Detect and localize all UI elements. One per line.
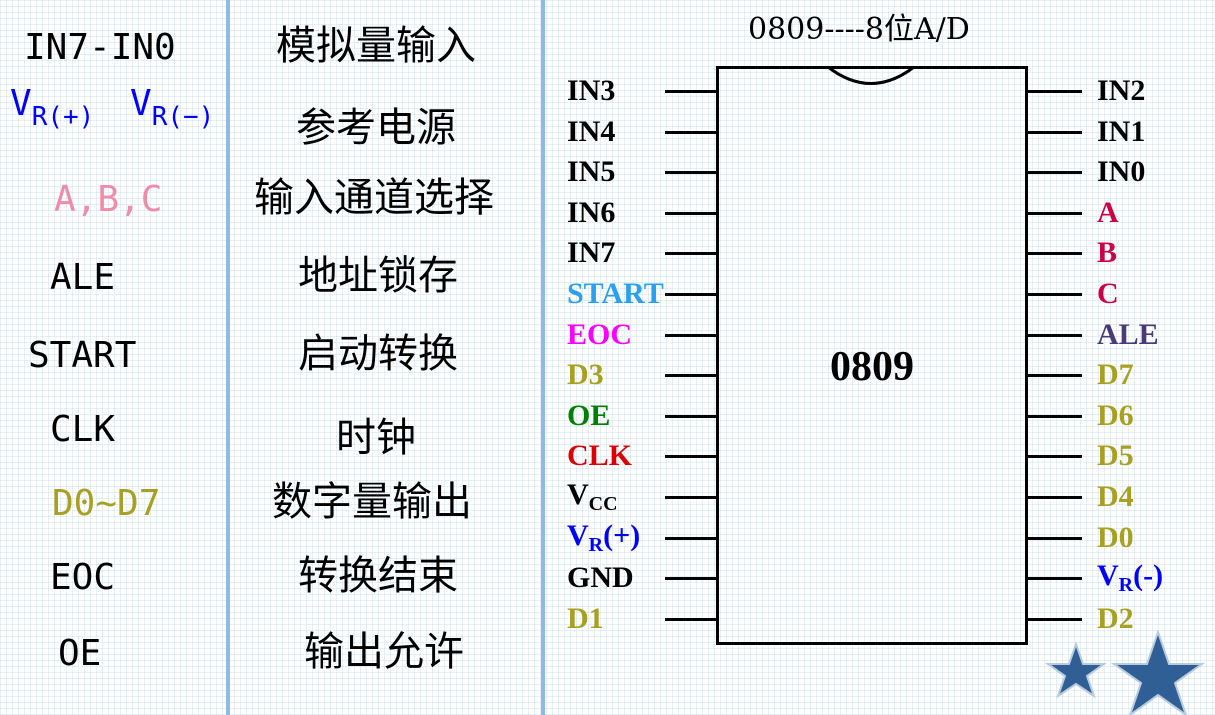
desc-data: 数字量输出: [272, 479, 472, 525]
desc-vref: 参考电源: [296, 105, 456, 151]
left-pin-label: IN3: [567, 74, 616, 107]
right-pin-label: D7: [1097, 358, 1134, 392]
chip-notch: [827, 66, 915, 85]
left-pin-label: IN7: [567, 236, 616, 270]
right-pin-line: [1028, 617, 1082, 621]
right-pin-line: [1028, 577, 1082, 581]
left-pin-label: EOC: [567, 317, 633, 351]
right-pin-line: [1028, 496, 1082, 499]
signal-vref: VR(+) VR(−): [10, 83, 215, 132]
right-pin-line: [1028, 252, 1082, 256]
right-pin-label: A: [1097, 195, 1119, 229]
right-pin-label: D4: [1097, 480, 1134, 513]
left-pin-line: [665, 130, 717, 134]
desc-ale: 地址锁存: [298, 253, 458, 299]
left-pin-line: [665, 374, 717, 378]
left-pin-label: D1: [567, 601, 604, 635]
signal-abc: A,B,C: [54, 179, 163, 220]
star-icon: [1044, 630, 1206, 715]
left-pin-line: [665, 211, 717, 215]
desc-clk: 时钟: [336, 415, 416, 461]
left-pin-label: D3: [567, 358, 604, 392]
right-pin-line: [1028, 374, 1082, 378]
left-pin-line: [665, 414, 717, 418]
right-pin-label: D0: [1097, 520, 1134, 554]
left-pin-label: VR(+): [567, 518, 641, 556]
column-divider-2: [541, 0, 545, 715]
left-pin-line: [665, 617, 717, 621]
right-pin-label: D6: [1097, 398, 1134, 432]
left-pin-line: [665, 171, 717, 175]
desc-eoc: 转换结束: [298, 553, 458, 599]
signal-data: D0~D7: [52, 483, 161, 524]
right-pin-label: C: [1097, 277, 1119, 310]
desc-oe: 输出允许: [304, 629, 464, 675]
signal-eoc: EOC: [50, 557, 116, 598]
desc-in: 模拟量输入: [276, 23, 476, 69]
left-pin-label: IN4: [567, 114, 616, 148]
right-pin-label: IN1: [1097, 114, 1146, 148]
left-pin-line: [665, 496, 717, 499]
left-pin-label: OE: [567, 398, 611, 432]
right-pin-line: [1028, 171, 1082, 175]
signal-clk: CLK: [50, 409, 116, 450]
right-pin-line: [1028, 333, 1082, 337]
left-pin-line: [665, 293, 717, 296]
right-pin-label: D5: [1097, 439, 1134, 473]
signal-oe: OE: [58, 633, 102, 674]
column-divider-1: [226, 0, 230, 715]
right-pin-label: ALE: [1097, 317, 1159, 351]
right-pin-line: [1028, 455, 1082, 459]
right-pin-label: VR(-): [1097, 559, 1164, 597]
left-pin-line: [665, 90, 717, 93]
signal-in: IN7-IN0: [24, 27, 176, 68]
left-pin-line: [665, 455, 717, 459]
chip-title: 0809----8位A/D: [748, 12, 970, 47]
left-pin-line: [665, 252, 717, 256]
left-pin-label: IN5: [567, 155, 616, 189]
left-pin-label: IN6: [567, 195, 616, 229]
left-pin-label: GND: [567, 561, 634, 595]
signal-start: START: [28, 335, 137, 376]
left-pin-label: CLK: [567, 439, 633, 473]
right-pin-line: [1028, 90, 1082, 93]
left-pin-line: [665, 333, 717, 337]
left-pin-label: VCC: [567, 478, 618, 515]
right-pin-line: [1028, 414, 1082, 418]
right-pin-line: [1028, 293, 1082, 296]
signal-ale: ALE: [50, 257, 116, 298]
right-pin-line: [1028, 536, 1082, 540]
left-pin-line: [665, 577, 717, 581]
left-pin-line: [665, 536, 717, 540]
right-pin-label: IN0: [1097, 155, 1146, 189]
right-pin-label: B: [1097, 236, 1118, 270]
left-pin-label: START: [567, 277, 664, 310]
right-pin-label: IN2: [1097, 74, 1146, 107]
right-pin-line: [1028, 211, 1082, 215]
desc-start: 启动转换: [298, 331, 458, 377]
right-pin-line: [1028, 130, 1082, 134]
desc-abc: 输入通道选择: [254, 175, 494, 221]
chip-name: 0809: [830, 344, 914, 390]
